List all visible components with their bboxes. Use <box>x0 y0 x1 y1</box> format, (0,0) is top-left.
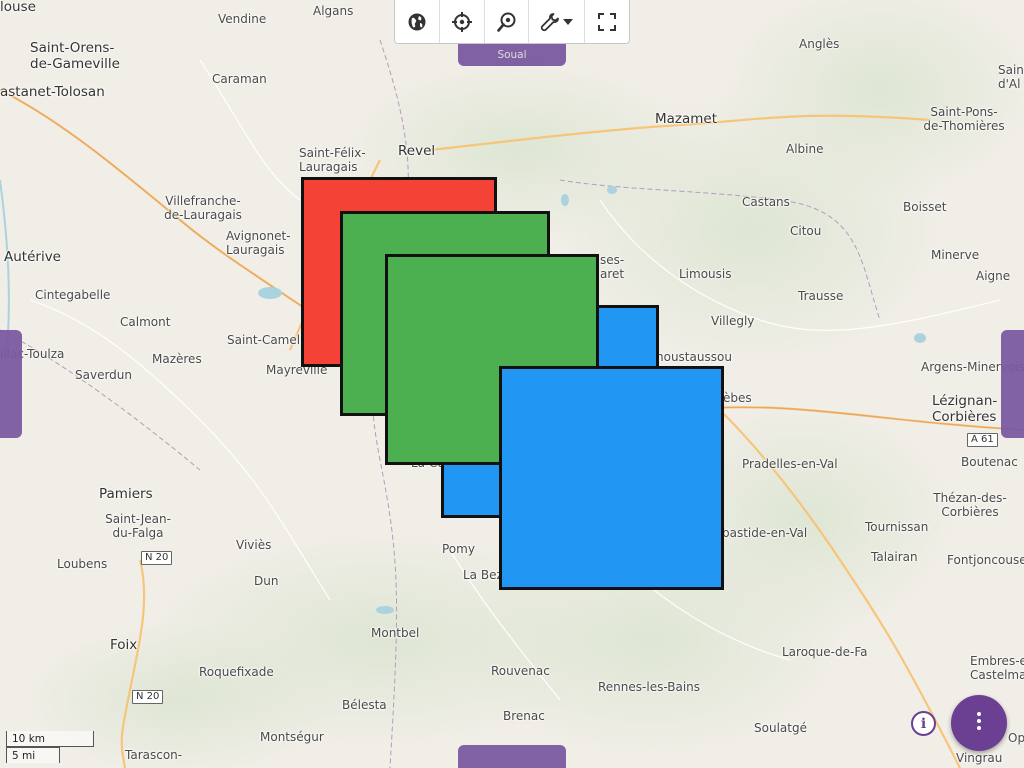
place-label: Saint-Félix- Lauragais <box>299 146 366 174</box>
basemap-button[interactable] <box>395 0 440 43</box>
globe-icon <box>407 12 427 32</box>
place-label: Talairan <box>871 550 918 564</box>
road-shield: A 61 <box>967 433 998 447</box>
info-button[interactable]: i <box>911 711 936 736</box>
fullscreen-icon <box>597 12 617 32</box>
top-panel-tab[interactable]: Soual <box>458 44 566 66</box>
place-label: Anglès <box>799 37 840 51</box>
place-label: Saint-Orens- de-Gameville <box>30 40 120 72</box>
place-label: Cintegabelle <box>35 288 111 302</box>
place-label: louse <box>0 0 36 15</box>
place-label: Boisset <box>903 200 947 214</box>
place-label: Tarascon- <box>125 748 183 762</box>
road-shield: N 20 <box>132 690 164 704</box>
place-label: Pamiers <box>99 486 153 502</box>
place-label: Viviès <box>236 538 272 552</box>
place-label: Villegly <box>711 314 755 328</box>
search-location-button[interactable] <box>485 0 529 43</box>
place-label: Montségur <box>260 730 324 744</box>
place-label: Brenac <box>503 709 545 723</box>
place-label: Caraman <box>212 72 267 86</box>
wrench-icon <box>540 12 560 32</box>
place-label: èbes <box>723 391 752 405</box>
place-label: Dun <box>254 574 279 588</box>
fullscreen-button[interactable] <box>585 0 629 43</box>
place-label: Mazamet <box>655 111 718 127</box>
place-label: Foix <box>110 637 138 653</box>
place-label: Rennes-les-Bains <box>598 680 701 694</box>
place-label: Aigne <box>976 269 1011 283</box>
place-label: Avignonet- Lauragais <box>226 229 291 257</box>
scale-km: 10 km <box>6 731 94 747</box>
right-panel-tab[interactable] <box>1001 330 1024 438</box>
place-label: Saint-Pons- de-Thomières <box>923 105 1005 133</box>
place-label: Algans <box>313 4 354 18</box>
menu-fab-button[interactable] <box>951 695 1007 751</box>
map-toolbar <box>394 0 630 44</box>
info-icon: i <box>920 715 927 732</box>
road-shield: N 20 <box>141 551 173 565</box>
place-label: Mazères <box>152 352 202 366</box>
place-label: Saverdun <box>75 368 133 382</box>
location-search-icon <box>496 11 518 33</box>
place-label: Rouvenac <box>491 664 550 678</box>
place-label: Thézan-des- Corbières <box>933 491 1007 519</box>
place-label: ses- aret <box>600 253 625 281</box>
place-label: Autérive <box>4 249 61 265</box>
place-label: Limousis <box>679 267 732 281</box>
place-label: Laroque-de-Fa <box>782 645 868 659</box>
place-label: Soulatgé <box>754 721 807 735</box>
place-label: Villefranche- de-Lauragais <box>164 194 242 222</box>
place-label: Saint d'Al <box>998 63 1024 91</box>
place-label: Fontjoncouse <box>947 553 1024 567</box>
place-label: houstaussou <box>656 350 732 364</box>
place-label: Embres-et- Castelmau <box>970 654 1024 682</box>
place-label: Montbel <box>371 626 420 640</box>
top-panel-tab-label: Soual <box>497 49 527 61</box>
place-label: Saint-Jean- du-Falga <box>105 512 171 540</box>
place-label: Vingrau <box>956 751 1003 765</box>
place-label: Minerve <box>931 248 980 262</box>
place-label: Bélesta <box>342 698 387 712</box>
crosshair-icon <box>451 11 473 33</box>
place-label: Calmont <box>120 315 171 329</box>
scale-mi: 5 mi <box>6 747 60 763</box>
place-label: Tournissan <box>865 520 929 534</box>
place-label: Citou <box>790 224 822 238</box>
locate-button[interactable] <box>440 0 485 43</box>
place-label: Loubens <box>57 557 108 571</box>
overlay-square[interactable] <box>499 366 724 590</box>
map-canvas[interactable]: louse Vendine Algans Saint-Orens- de-Gamevi… <box>0 0 1024 768</box>
place-label: Pomy <box>442 542 475 556</box>
more-vertical-icon <box>976 711 982 736</box>
place-label: bastide-en-Val <box>722 526 808 540</box>
place-label: Saint-Camel <box>227 333 301 347</box>
place-label: Revel <box>398 143 436 159</box>
place-label: Lézignan- Corbières <box>932 393 998 425</box>
place-label: Castans <box>742 195 790 209</box>
place-label: Op <box>1008 731 1024 745</box>
caret-down-icon <box>563 18 573 25</box>
place-label: Boutenac <box>961 455 1018 469</box>
place-label: Albine <box>786 142 824 156</box>
place-label: Trausse <box>798 289 844 303</box>
place-label: La Bez <box>463 568 503 582</box>
bottom-panel-tab[interactable] <box>458 745 566 768</box>
place-label: Pradelles-en-Val <box>742 457 838 471</box>
place-label: Roquefixade <box>199 665 274 679</box>
place-label: Vendine <box>218 12 267 26</box>
left-panel-tab[interactable] <box>0 330 22 438</box>
place-label: astanet-Tolosan <box>0 84 105 100</box>
tools-dropdown-button[interactable] <box>529 0 585 43</box>
